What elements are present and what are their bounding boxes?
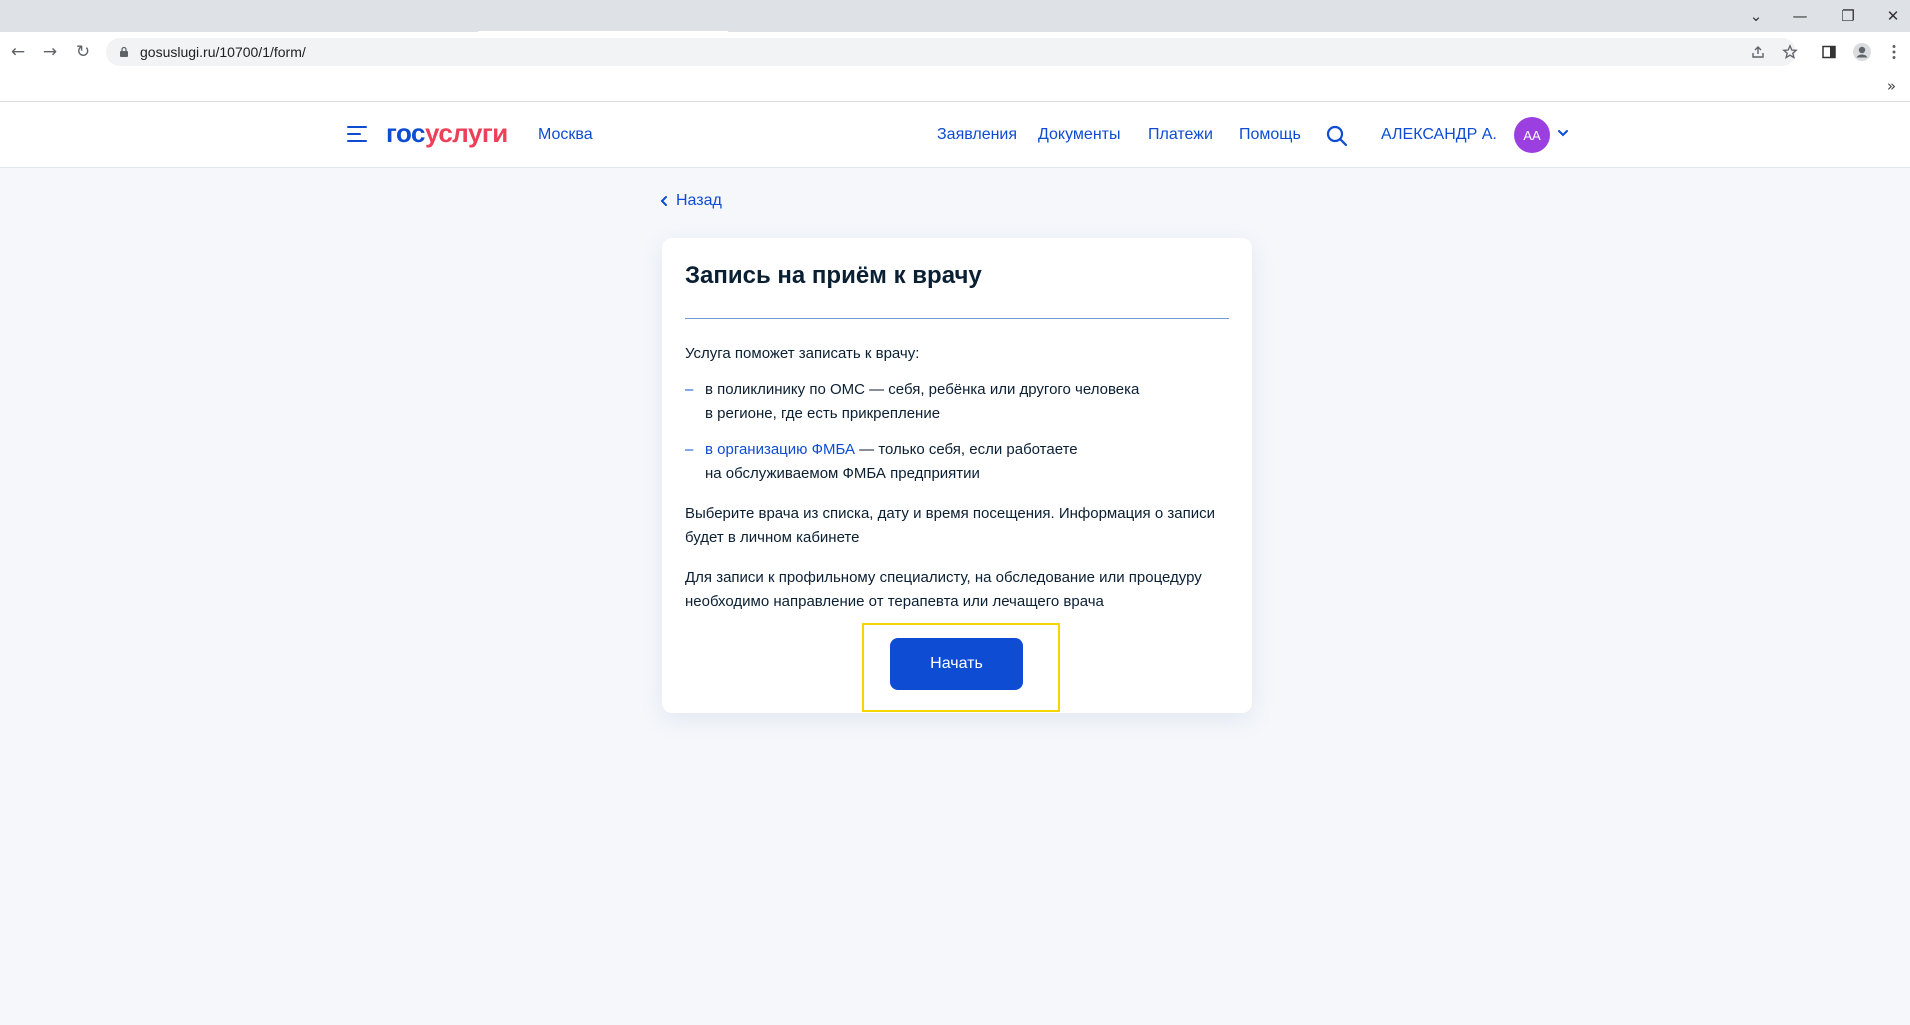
referral-paragraph: Для записи к профильному специалисту, на…	[685, 569, 1202, 610]
list-item-line: в регионе, где есть прикрепление	[705, 405, 941, 422]
menu-icon[interactable]	[347, 126, 367, 144]
side-panel-icon[interactable]	[1817, 40, 1841, 64]
reload-icon[interactable]: ↻	[70, 39, 96, 65]
logo-part1: гос	[386, 118, 426, 148]
avatar[interactable]: АА	[1514, 117, 1550, 153]
back-arrow-icon[interactable]: ←	[5, 39, 31, 65]
list-item-line: на обслуживаемом ФМБА предприятии	[705, 465, 980, 482]
forward-arrow-icon[interactable]: →	[37, 39, 63, 65]
bookmarks-more-icon[interactable]: »	[1887, 77, 1896, 95]
star-icon[interactable]	[1778, 40, 1802, 64]
list-item-line: в поликлинику по ОМС — себя, ребёнка или…	[705, 381, 1140, 398]
page-title: Запись на приём к врачу	[685, 262, 982, 289]
intro-text: Услуга поможет записать к врачу:	[685, 345, 920, 362]
gosuslugi-logo[interactable]: госуслуги	[386, 118, 508, 149]
city-selector[interactable]: Москва	[538, 126, 593, 144]
restore-icon[interactable]: ❐	[1832, 4, 1864, 28]
chevron-left-icon	[660, 196, 667, 206]
close-icon[interactable]: ✕	[1877, 4, 1909, 28]
fmba-link[interactable]: в организацию ФМБА	[705, 441, 855, 458]
list-item-text: — только себя, если работаете	[855, 441, 1078, 458]
nav-payments[interactable]: Платежи	[1148, 126, 1213, 144]
user-name[interactable]: АЛЕКСАНДР А.	[1381, 126, 1497, 144]
title-divider	[685, 318, 1229, 319]
profile-icon[interactable]	[1850, 40, 1874, 64]
minimize-icon[interactable]: —	[1784, 4, 1816, 28]
site-header: госуслуги Москва Заявления Документы Пла…	[0, 102, 1910, 168]
list-dash: –	[685, 381, 694, 398]
share-icon[interactable]	[1746, 40, 1770, 64]
search-icon[interactable]	[1325, 124, 1349, 148]
info-paragraph: Выберите врача из списка, дату и время п…	[685, 505, 1215, 546]
list-dash: –	[685, 441, 694, 458]
nav-applications[interactable]: Заявления	[937, 126, 1017, 144]
nav-documents[interactable]: Документы	[1038, 126, 1120, 144]
kebab-menu-icon[interactable]	[1882, 40, 1906, 64]
bookmarks-bar: »	[0, 72, 1910, 102]
lock-icon	[120, 46, 128, 57]
start-button[interactable]: Начать	[890, 638, 1023, 690]
logo-part2: услуги	[425, 118, 508, 148]
url-text: gosuslugi.ru/10700/1/form/	[140, 44, 306, 60]
address-bar[interactable]: gosuslugi.ru/10700/1/form/	[106, 38, 1796, 66]
list-item: – в организацию ФМБА — только себя, если…	[685, 438, 1229, 486]
tab-search-icon[interactable]: ⌄	[1740, 4, 1772, 28]
browser-tabstrip	[0, 0, 1910, 33]
chevron-down-icon[interactable]	[1556, 126, 1570, 140]
back-link[interactable]: Назад	[660, 192, 722, 210]
back-label: Назад	[676, 192, 722, 209]
list-item: – в поликлинику по ОМС — себя, ребёнка и…	[685, 378, 1229, 426]
nav-help[interactable]: Помощь	[1239, 126, 1301, 144]
